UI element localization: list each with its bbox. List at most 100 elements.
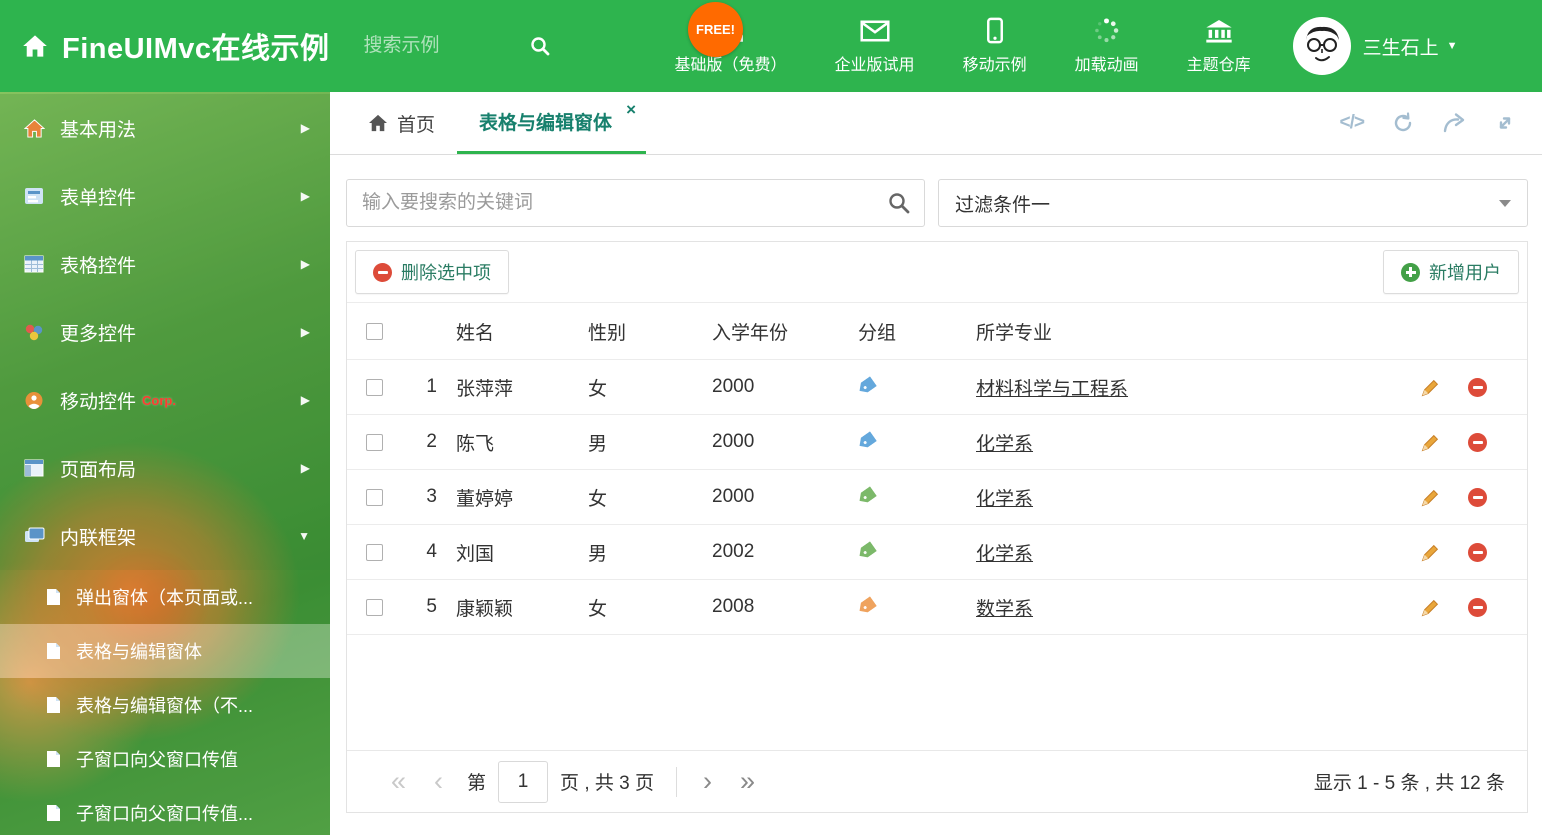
row-checkbox[interactable] — [365, 378, 383, 396]
tab-grid-edit-window[interactable]: 表格与编辑窗体 × — [457, 92, 647, 154]
sidebar-subitem-child-to-parent[interactable]: 子窗口向父窗口传值 — [0, 732, 330, 786]
delete-selected-button[interactable]: 删除选中项 — [355, 250, 509, 294]
table-icon — [22, 255, 46, 273]
delete-row-icon[interactable] — [1468, 432, 1487, 452]
row-checkbox[interactable] — [365, 598, 383, 616]
tab-home[interactable]: 首页 — [346, 92, 457, 154]
delete-selected-label: 删除选中项 — [401, 263, 491, 283]
select-all-checkbox[interactable] — [365, 322, 383, 340]
major-link[interactable]: 材料科学与工程系 — [976, 379, 1128, 400]
add-user-button[interactable]: 新增用户 — [1383, 250, 1519, 294]
tag-icon — [856, 376, 877, 396]
sidebar-item-grid-controls[interactable]: 表格控件 ▶ — [0, 230, 330, 298]
page-number-group: 第 页 , 共 3 页 — [467, 760, 655, 803]
tab-label: 首页 — [397, 114, 436, 136]
header-search — [363, 35, 579, 57]
sidebar: 基本用法 ▶ 表单控件 ▶ 表格控件 ▶ 更多控件 ▶ 移动控件 Corp. ▶… — [0, 92, 330, 835]
first-page-icon[interactable]: « — [377, 768, 420, 795]
tab-label: 表格与编辑窗体 — [479, 113, 613, 134]
major-link[interactable]: 化学系 — [976, 434, 1033, 455]
free-badge: FREE! — [688, 2, 743, 57]
nav-item-enterprise-trial[interactable]: 企业版试用 — [835, 18, 915, 75]
source-code-icon[interactable]: </> — [1340, 112, 1366, 134]
major-link[interactable]: 数学系 — [976, 599, 1033, 620]
row-checkbox[interactable] — [365, 543, 383, 561]
search-icon[interactable] — [887, 191, 911, 215]
cell-name: 陈飞 — [456, 433, 495, 455]
form-icon — [22, 187, 46, 205]
sidebar-subitem-label: 子窗口向父窗口传值 — [76, 750, 238, 770]
delete-row-icon[interactable] — [1468, 542, 1487, 562]
sidebar-item-mobile-controls[interactable]: 移动控件 Corp. ▶ — [0, 366, 330, 434]
sidebar-subitem-grid-edit-window[interactable]: 表格与编辑窗体 — [0, 624, 330, 678]
last-page-icon[interactable]: » — [726, 768, 769, 795]
refresh-icon[interactable] — [1392, 112, 1414, 134]
page-number-input[interactable] — [498, 760, 549, 803]
file-icon — [46, 750, 64, 768]
delete-row-icon[interactable] — [1468, 487, 1487, 507]
file-icon — [46, 588, 64, 606]
table-empty-area — [347, 635, 1527, 750]
user-avatar[interactable] — [1292, 17, 1351, 75]
column-header-gender[interactable]: 性别 — [575, 318, 699, 345]
sidebar-item-label: 表单控件 — [60, 187, 137, 209]
share-icon[interactable] — [1442, 112, 1466, 134]
main-content: 首页 表格与编辑窗体 × </> 输入要搜索的关键词 过滤条件一 删除选中项 新… — [330, 92, 1542, 835]
column-header-name[interactable]: 姓名 — [443, 318, 575, 345]
brand-home-icon[interactable] — [22, 34, 48, 58]
row-checkbox[interactable] — [365, 488, 383, 506]
sidebar-item-more-controls[interactable]: 更多控件 ▶ — [0, 298, 330, 366]
sidebar-item-form-controls[interactable]: 表单控件 ▶ — [0, 162, 330, 230]
widgets-icon — [22, 323, 46, 341]
envelope-icon — [860, 18, 890, 44]
cell-gender: 男 — [588, 433, 608, 455]
spinner-icon — [1093, 17, 1120, 44]
chevron-right-icon: ▶ — [300, 257, 310, 271]
edit-pencil-icon[interactable] — [1420, 542, 1441, 563]
user-menu[interactable]: 三生石上 ▼ — [1363, 33, 1458, 60]
next-page-icon[interactable]: › — [689, 768, 726, 795]
column-header-year[interactable]: 入学年份 — [699, 318, 845, 345]
sidebar-subitem-popup-window[interactable]: 弹出窗体（本页面或... — [0, 570, 330, 624]
sidebar-subitem-label: 弹出窗体（本页面或... — [76, 588, 254, 608]
tab-tools: </> — [1340, 92, 1542, 154]
major-link[interactable]: 化学系 — [976, 489, 1033, 510]
keyword-search-input[interactable] — [346, 179, 925, 227]
column-header-major[interactable]: 所学专业 — [963, 318, 1417, 345]
row-checkbox[interactable] — [365, 433, 383, 451]
sidebar-subitem-label: 表格与编辑窗体 — [76, 642, 202, 662]
record-count-summary: 显示 1 - 5 条 , 共 12 条 — [1313, 773, 1505, 794]
delete-row-icon[interactable] — [1468, 377, 1487, 397]
nav-item-mobile-demo[interactable]: 移动示例 — [963, 17, 1027, 75]
sidebar-item-iframe[interactable]: 内联框架 ▼ — [0, 502, 330, 570]
column-header-group[interactable]: 分组 — [845, 318, 963, 345]
search-icon[interactable] — [529, 35, 551, 57]
row-number: 2 — [426, 431, 437, 452]
filter-dropdown[interactable]: 过滤条件一 — [938, 179, 1528, 227]
prev-page-icon[interactable]: ‹ — [420, 768, 457, 795]
layout-icon — [22, 459, 46, 477]
nav-item-loading-animations[interactable]: 加载动画 — [1075, 17, 1139, 75]
edit-pencil-icon[interactable] — [1420, 432, 1441, 453]
app-window: FineUIMvc在线示例 FREE! 基础版（免费） 企业版试用 — [0, 0, 1542, 835]
nav-item-theme-store[interactable]: 主题仓库 — [1187, 18, 1251, 75]
major-link[interactable]: 化学系 — [976, 544, 1033, 565]
nav-item-label: 企业版试用 — [834, 56, 915, 74]
delete-row-icon[interactable] — [1468, 597, 1487, 617]
expand-icon[interactable] — [1494, 112, 1516, 134]
home-icon — [368, 114, 388, 132]
edit-pencil-icon[interactable] — [1420, 377, 1441, 398]
sidebar-item-page-layout[interactable]: 页面布局 ▶ — [0, 434, 330, 502]
edit-pencil-icon[interactable] — [1420, 487, 1441, 508]
sidebar-item-basic-usage[interactable]: 基本用法 ▶ — [0, 94, 330, 162]
sidebar-subitem-grid-edit-window-2[interactable]: 表格与编辑窗体（不... — [0, 678, 330, 732]
sidebar-subitem-label: 子窗口向父窗口传值... — [76, 804, 254, 824]
sidebar-item-label: 移动控件 — [60, 391, 137, 413]
chevron-right-icon: ▶ — [300, 325, 310, 339]
table-header-row: 姓名 性别 入学年份 分组 所学专业 — [347, 302, 1527, 360]
close-icon[interactable]: × — [626, 101, 636, 118]
header-search-input[interactable] — [363, 35, 529, 57]
sidebar-subitem-child-to-parent-2[interactable]: 子窗口向父窗口传值... — [0, 786, 330, 835]
page-suffix-label: 页 , 共 3 页 — [560, 773, 655, 794]
edit-pencil-icon[interactable] — [1420, 597, 1441, 618]
